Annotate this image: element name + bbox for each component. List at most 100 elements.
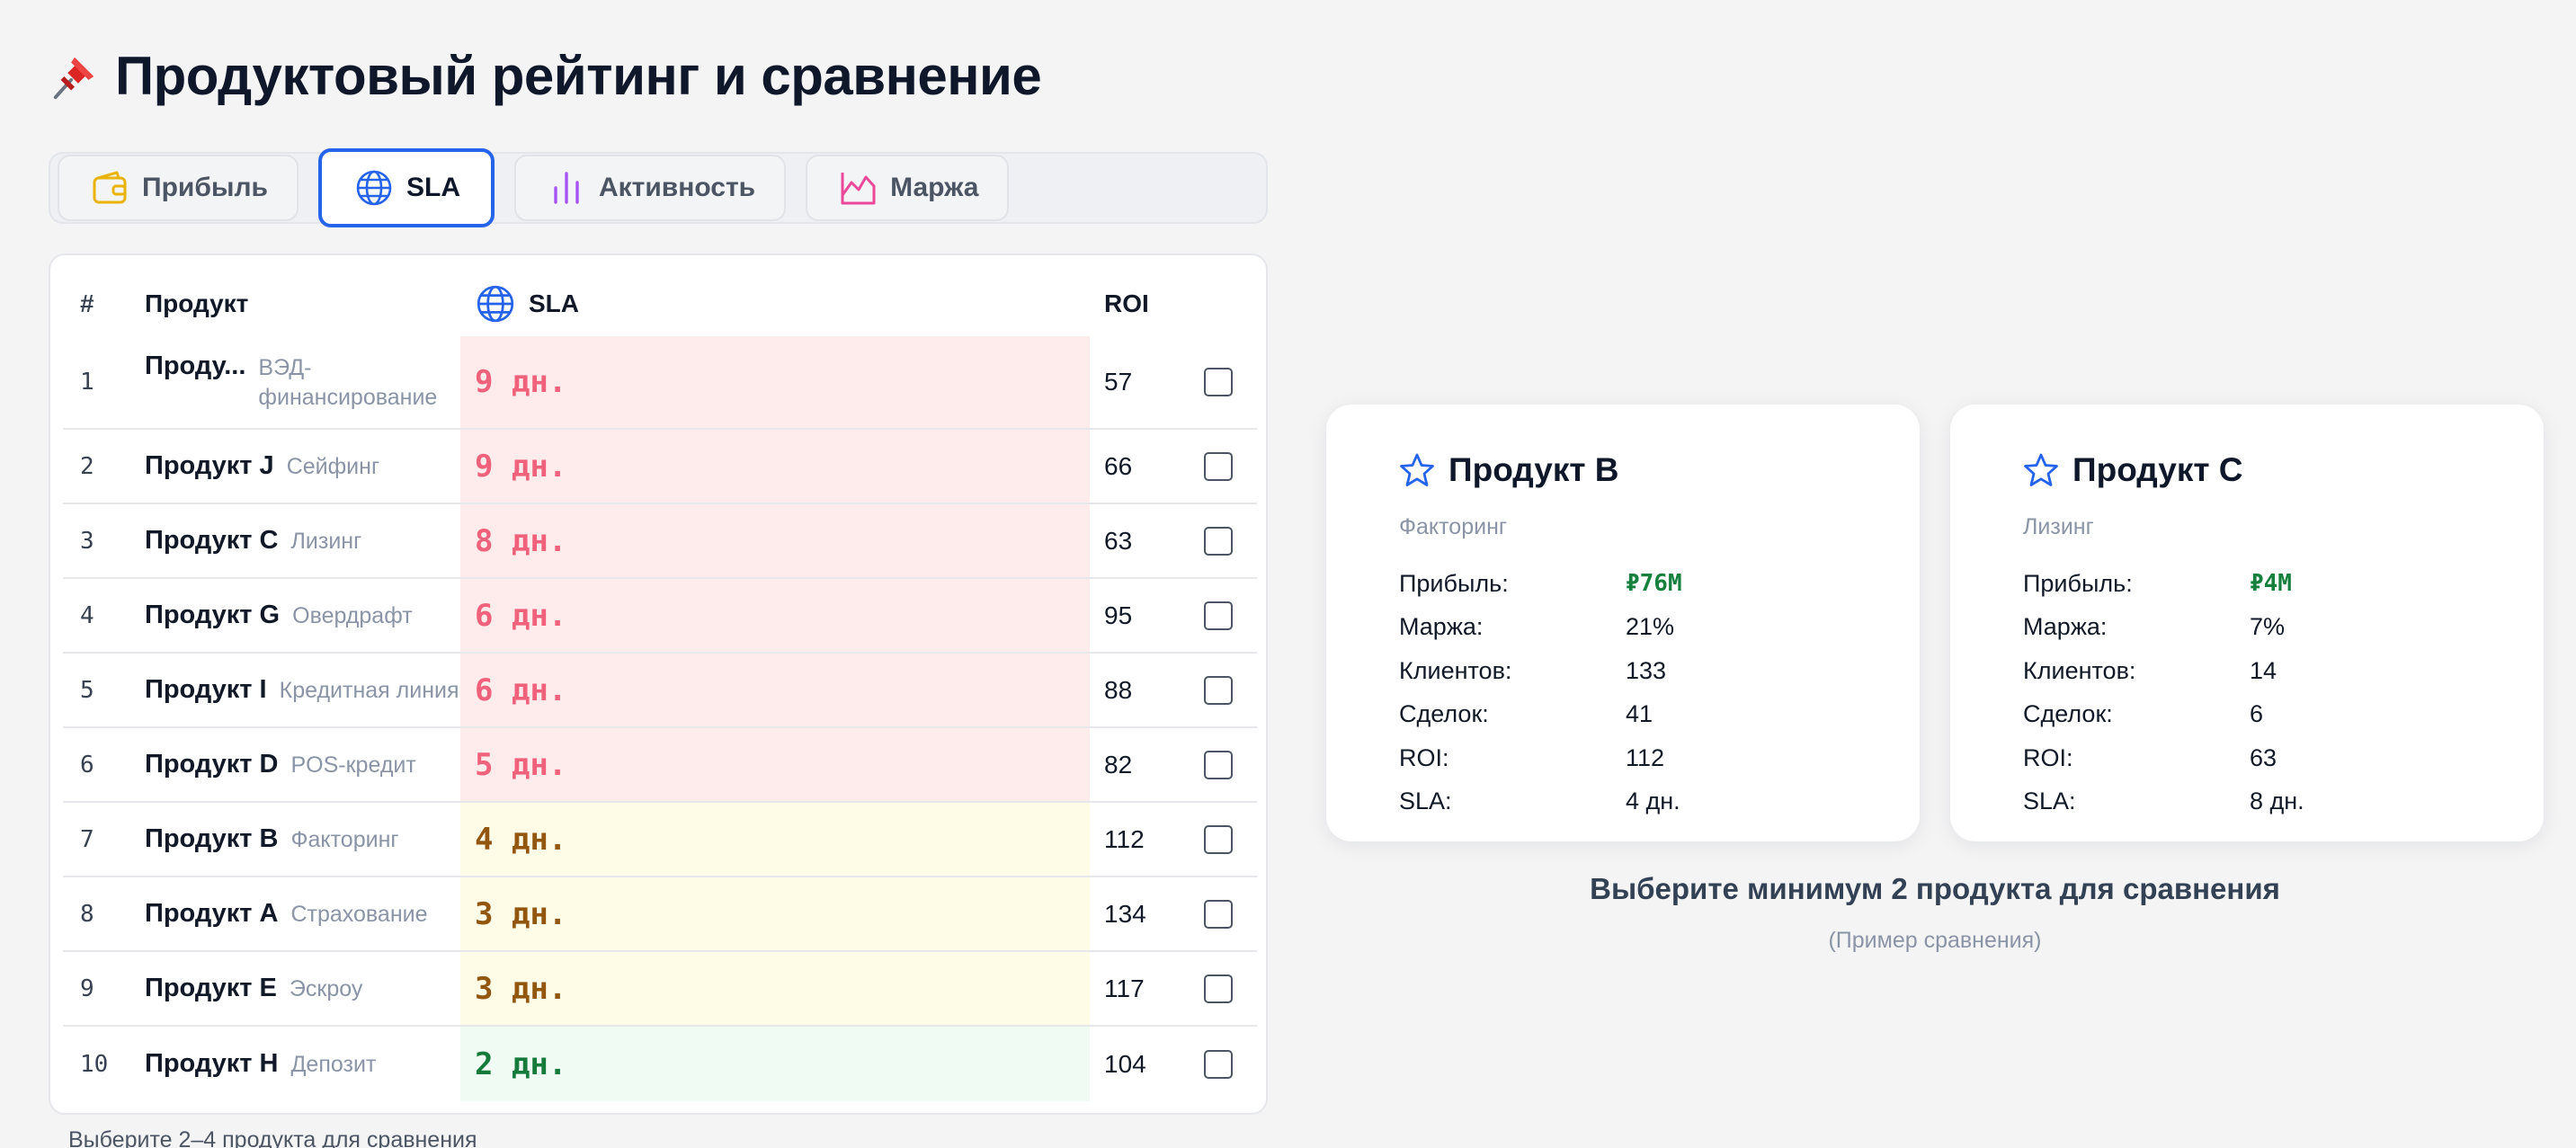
stat-value: ₽76M (1626, 570, 1682, 598)
product-name: Продукт C (145, 526, 279, 555)
tab-margin[interactable]: Маржа (806, 155, 1010, 221)
card-stats: Прибыль: ₽4M Маржа: 7% Клиентов: 14 Сделок:… (2023, 562, 2304, 823)
table-row[interactable]: 5 Продукт I Кредитная линия 6 дн. 88 (63, 654, 1257, 728)
row-select (1180, 974, 1257, 1003)
product-category: Депозит (290, 1052, 377, 1077)
product-name: Продукт B (145, 824, 279, 853)
row-rank: 5 (80, 676, 94, 704)
product-name: Продукт G (145, 601, 281, 629)
product-category: Лизинг (290, 529, 362, 554)
table-row[interactable]: 3 Продукт C Лизинг 8 дн. 63 (63, 504, 1257, 579)
row-product: Продукт H Депозит (127, 1049, 460, 1079)
header-sla: SLA (460, 283, 1090, 325)
compare-card: Продукт C Лизинг Прибыль: ₽4M Маржа: 7% Кл… (1950, 405, 2544, 841)
row-rank: 4 (80, 601, 94, 629)
row-rank: 2 (80, 452, 94, 480)
table-row[interactable]: 1 Проду... ВЭД-финансирование 9 дн. 57 (63, 336, 1257, 430)
stat-value: 14 (2250, 656, 2277, 684)
row-select (1180, 1049, 1257, 1079)
stat-label: Прибыль: (2023, 569, 2133, 597)
table-row[interactable]: 8 Продукт A Страхование 3 дн. 134 (63, 877, 1257, 952)
row-select (1180, 451, 1257, 481)
stat-margin: Маржа: 21% (1399, 606, 1682, 650)
select-checkbox[interactable] (1204, 526, 1233, 556)
selection-hint: Выберите 2–4 продукта для сравнения (68, 1127, 477, 1148)
row-sla: 9 дн. (460, 336, 1090, 428)
table-row[interactable]: 10 Продукт H Депозит 2 дн. 104 (63, 1027, 1257, 1101)
product-category: Эскроу (289, 976, 363, 1001)
row-roi: 95 (1104, 601, 1133, 629)
stat-value: 133 (1626, 656, 1667, 684)
select-checkbox[interactable] (1204, 750, 1233, 779)
row-sla: 2 дн. (460, 1027, 1090, 1101)
row-roi: 82 (1104, 750, 1133, 779)
select-checkbox[interactable] (1204, 368, 1233, 396)
row-product: Проду... ВЭД-финансирование (127, 352, 460, 413)
tab-sla[interactable]: SLA (317, 148, 495, 227)
header-product: Продукт (145, 289, 249, 317)
product-category: Факторинг (290, 827, 399, 852)
table-row[interactable]: 2 Продукт J Сейфинг 9 дн. 66 (63, 430, 1257, 504)
product-category: ВЭД-финансирование (258, 355, 438, 410)
select-checkbox[interactable] (1204, 899, 1233, 929)
tab-activity[interactable]: Активность (513, 155, 787, 221)
stat-label: Маржа: (2023, 613, 2108, 641)
globe-icon (477, 285, 514, 323)
wallet-icon (93, 171, 127, 204)
table-row[interactable]: 7 Продукт B Факторинг 4 дн. 112 (63, 803, 1257, 877)
compare-card: Продукт B Факторинг Прибыль: ₽76M Маржа: 2… (1326, 405, 1920, 841)
stat-deals: Сделок: 6 (2023, 693, 2304, 737)
star-icon[interactable] (1398, 451, 1436, 489)
page-title-text: Продуктовый рейтинг и сравнение (115, 46, 1042, 106)
product-name: Продукт D (145, 750, 279, 779)
compare-message: Выберите минимум 2 продукта для сравнени… (1590, 872, 2280, 905)
row-sla: 6 дн. (460, 654, 1090, 726)
stat-label: SLA: (2023, 788, 2076, 815)
select-checkbox[interactable] (1204, 974, 1233, 1003)
ranking-table: # Продукт SLA ROI 1 Проду... ВЭД-финансиро… (49, 254, 1268, 1115)
card-category: Факторинг (1399, 514, 1507, 539)
select-checkbox[interactable] (1204, 824, 1233, 854)
table-row[interactable]: 9 Продукт E Эскроу 3 дн. 117 (63, 952, 1257, 1027)
stat-label: SLA: (1399, 788, 1452, 815)
row-roi: 117 (1104, 974, 1145, 1002)
row-sla: 8 дн. (460, 504, 1090, 577)
product-name: Продукт I (145, 675, 267, 704)
select-checkbox[interactable] (1204, 675, 1233, 705)
card-title: Продукт B (1398, 451, 1618, 489)
row-rank: 3 (80, 527, 94, 555)
stat-value: 41 (1626, 700, 1653, 728)
table-row[interactable]: 6 Продукт D POS-кредит 5 дн. 82 (63, 728, 1257, 803)
row-select (1180, 750, 1257, 779)
select-checkbox[interactable] (1204, 1049, 1233, 1079)
product-category: Сейфинг (286, 454, 380, 479)
table-body: 1 Проду... ВЭД-финансирование 9 дн. 57 2 Проду… (63, 336, 1257, 1101)
card-stats: Прибыль: ₽76M Маржа: 21% Клиентов: 133 Сдел… (1399, 562, 1682, 823)
star-icon[interactable] (2022, 451, 2060, 489)
select-checkbox[interactable] (1204, 601, 1233, 630)
stat-label: Клиентов: (1399, 656, 1512, 684)
table-header: # Продукт SLA ROI (63, 275, 1257, 333)
row-select (1180, 601, 1257, 630)
row-product: Продукт B Факторинг (127, 824, 460, 854)
row-product: Продукт A Страхование (127, 899, 460, 929)
row-rank: 8 (80, 900, 94, 928)
row-roi: 104 (1104, 1049, 1146, 1078)
stat-deals: Сделок: 41 (1399, 693, 1682, 737)
product-category: Кредитная линия (279, 678, 459, 703)
row-sla: 3 дн. (460, 952, 1090, 1025)
select-checkbox[interactable] (1204, 451, 1233, 481)
product-name: Продукт A (145, 899, 279, 928)
tab-activity-label: Активность (598, 173, 756, 202)
header-num: # (80, 289, 94, 317)
stat-label: Клиентов: (2023, 656, 2136, 684)
stat-profit: Прибыль: ₽76M (1399, 562, 1682, 606)
row-product: Продукт E Эскроу (127, 974, 460, 1003)
table-row[interactable]: 4 Продукт G Овердрафт 6 дн. 95 (63, 579, 1257, 654)
row-roi: 57 (1104, 368, 1133, 396)
pushpin-icon (53, 57, 94, 99)
tab-profit[interactable]: Прибыль (58, 155, 299, 221)
stat-value: 4 дн. (1626, 788, 1680, 815)
row-sla: 9 дн. (460, 430, 1090, 503)
card-product-name: Продукт B (1448, 451, 1619, 488)
